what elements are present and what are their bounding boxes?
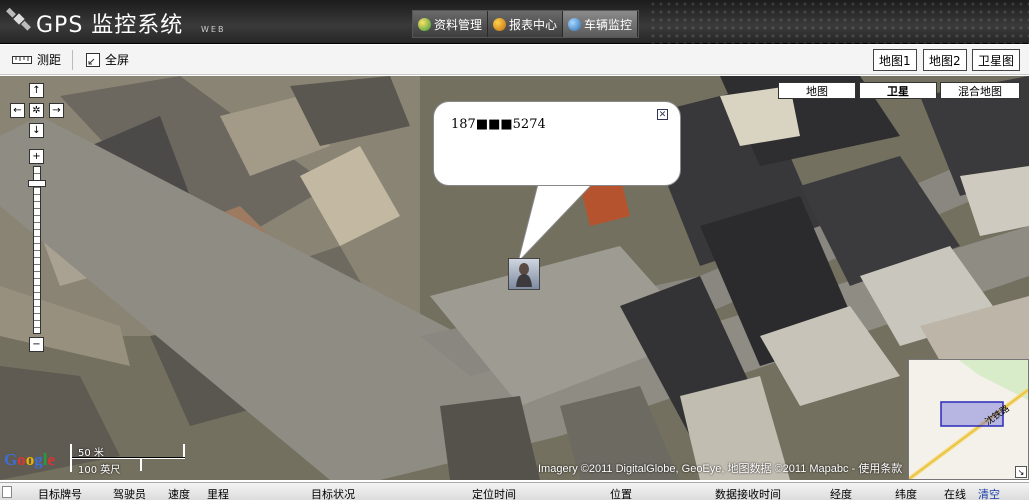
- vehicle-info-popup: ✕ 187■■■5274: [433, 101, 681, 186]
- measure-label: 测距: [37, 53, 62, 67]
- main-nav: 资料管理 报表中心 车辆监控: [412, 10, 640, 38]
- zoom-slider-track[interactable]: [33, 166, 41, 334]
- app-subtitle: WEB: [201, 25, 226, 34]
- vehicle-table-header: 目标牌号 驾驶员 速度 里程 目标状况 定位时间 位置 数据接收时间 经度 纬度…: [0, 482, 1029, 501]
- map2-button[interactable]: 地图2: [923, 49, 967, 71]
- scale-bar: [70, 457, 185, 459]
- overview-toggle-button[interactable]: ↘: [1015, 466, 1027, 478]
- map-copyright[interactable]: Imagery ©2011 DigitalGlobe, GeoEye, 地图数据…: [538, 460, 902, 476]
- ruler-icon: [12, 55, 32, 64]
- pan-center-button[interactable]: ✲: [29, 103, 44, 118]
- tab-label: 资料管理: [434, 17, 483, 32]
- zoom-ticks: [34, 167, 40, 333]
- scale-tick-imperial: [140, 459, 142, 471]
- zoom-in-button[interactable]: +: [29, 149, 44, 164]
- zoom-slider-handle[interactable]: [28, 180, 46, 187]
- fullscreen-button[interactable]: 全屏: [86, 51, 129, 68]
- vehicle-icon: [568, 17, 582, 31]
- tab-data-management[interactable]: 资料管理: [413, 11, 489, 37]
- map-type-map-button[interactable]: 地图: [778, 82, 856, 99]
- scale-imperial-label: 100 英尺: [78, 465, 121, 476]
- satellite-logo-icon: [6, 7, 31, 31]
- pan-left-button[interactable]: ←: [10, 103, 25, 118]
- tab-report-center[interactable]: 报表中心: [488, 11, 564, 37]
- app-title: GPS 监控系统: [36, 13, 184, 38]
- map-canvas[interactable]: 地图 卫星 混合地图 ↑ ← ✲ → ↓ + − ✕ 187■■■5274 50…: [0, 76, 1029, 480]
- google-logo: Google: [4, 450, 56, 469]
- vehicle-phone-text: 187■■■5274: [451, 117, 546, 132]
- header-pattern: [649, 0, 1029, 44]
- satellite-map-button[interactable]: 卫星图: [972, 49, 1021, 71]
- scale-tick-right: [183, 444, 185, 457]
- map-toolbar: 测距 全屏 地图1 地图2 卫星图: [0, 45, 1029, 75]
- pan-right-button[interactable]: →: [49, 103, 64, 118]
- overview-map[interactable]: 沈铁路 ↘: [907, 359, 1029, 480]
- scale-tick-left: [70, 444, 72, 472]
- vehicle-marker[interactable]: [508, 258, 540, 290]
- fullscreen-icon: [86, 52, 100, 67]
- map1-button[interactable]: 地图1: [873, 49, 917, 71]
- toolbar-divider: [72, 50, 73, 70]
- tab-label: 报表中心: [509, 17, 558, 32]
- popup-close-button[interactable]: ✕: [657, 109, 668, 120]
- select-all-checkbox[interactable]: [2, 486, 12, 498]
- measure-button[interactable]: 测距: [12, 51, 61, 68]
- zoom-out-button[interactable]: −: [29, 337, 44, 352]
- folder-icon: [418, 17, 431, 31]
- report-icon: [493, 17, 507, 31]
- tab-label: 车辆监控: [584, 17, 633, 32]
- app-header: GPS 监控系统 WEB 资料管理 报表中心 车辆监控: [0, 0, 1029, 44]
- fullscreen-label: 全屏: [105, 53, 130, 67]
- popup-pointer: [517, 176, 600, 264]
- overview-map-drawing: 沈铁路: [907, 360, 1029, 480]
- map-type-satellite-button[interactable]: 卫星: [859, 82, 937, 99]
- tab-vehicle-monitor[interactable]: 车辆监控: [563, 11, 639, 37]
- vehicle-marker-icon: [516, 263, 532, 287]
- pan-up-button[interactable]: ↑: [29, 83, 44, 98]
- map-scale: 50 米 100 英尺: [68, 444, 188, 476]
- pan-down-button[interactable]: ↓: [29, 123, 44, 138]
- map-type-hybrid-button[interactable]: 混合地图: [940, 82, 1020, 99]
